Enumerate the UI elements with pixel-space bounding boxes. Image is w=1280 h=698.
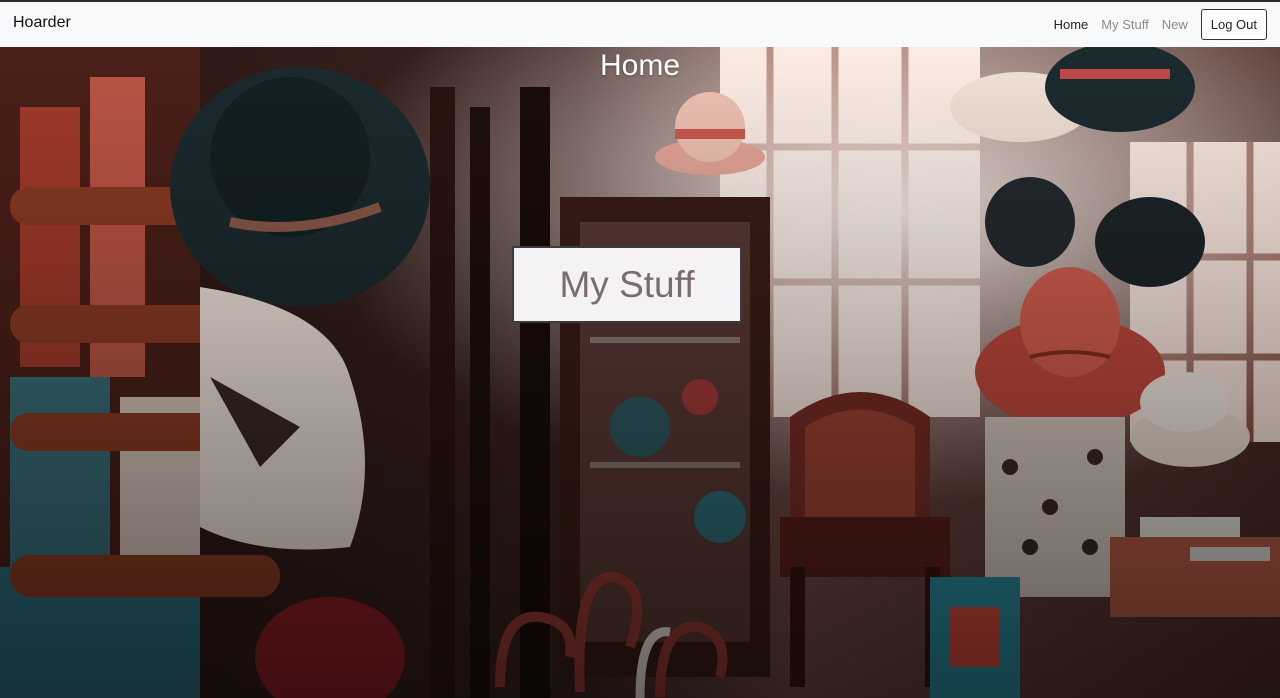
hero-section: Home My Stuff — [0, 47, 1280, 698]
logout-button[interactable]: Log Out — [1200, 9, 1267, 40]
my-stuff-button[interactable]: My Stuff — [512, 246, 742, 323]
hero-background-image — [0, 47, 1280, 698]
navbar: Hoarder Home My Stuff New Log Out — [0, 0, 1280, 47]
page-title: Home — [599, 49, 681, 82]
nav-link-my-stuff[interactable]: My Stuff — [1101, 10, 1148, 40]
nav-link-new[interactable]: New — [1162, 10, 1188, 40]
brand-logo[interactable]: Hoarder — [13, 14, 71, 32]
nav-link-home[interactable]: Home — [1054, 10, 1089, 40]
nav-links: Home My Stuff New Log Out — [1054, 9, 1267, 40]
